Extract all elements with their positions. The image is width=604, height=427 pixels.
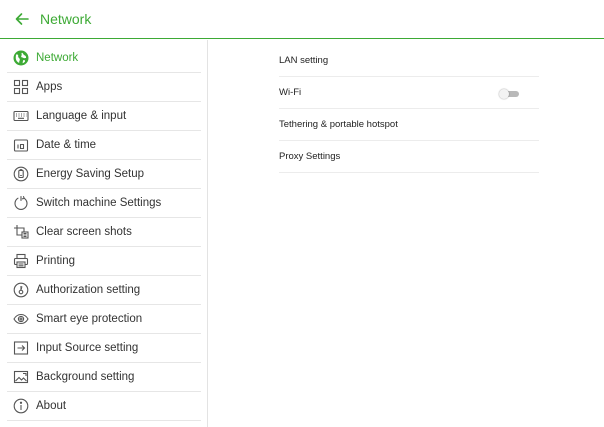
sidebar-item-date-time[interactable]: Date & time	[7, 131, 201, 160]
sidebar-item-printing[interactable]: Printing	[7, 247, 201, 276]
row-label: Proxy Settings	[279, 151, 341, 162]
wifi-row[interactable]: Wi-Fi	[279, 77, 539, 109]
sidebar-item-label: Network	[36, 52, 79, 64]
sidebar-item-label: Background setting	[36, 371, 135, 383]
row-label: Tethering & portable hotspot	[279, 119, 398, 130]
page-title: Network	[40, 11, 92, 27]
info-icon	[13, 398, 29, 414]
lan-setting-row[interactable]: LAN setting	[279, 45, 539, 77]
sidebar-item-background[interactable]: Background setting	[7, 363, 201, 392]
sidebar-item-label: Switch machine Settings	[36, 197, 162, 209]
sidebar-item-input-source[interactable]: Input Source setting	[7, 334, 201, 363]
sidebar-item-network[interactable]: Network	[7, 44, 201, 73]
sidebar-item-label: Printing	[36, 255, 75, 267]
sidebar-item-authorization[interactable]: Authorization setting	[7, 276, 201, 305]
sidebar-item-label: Apps	[36, 81, 63, 93]
sidebar-item-language-input[interactable]: Language & input	[7, 102, 201, 131]
input-source-icon	[13, 340, 29, 356]
tethering-hotspot-row[interactable]: Tethering & portable hotspot	[279, 109, 539, 141]
sidebar-item-label: Input Source setting	[36, 342, 139, 354]
sidebar-item-label: Clear screen shots	[36, 226, 132, 238]
back-arrow-icon[interactable]	[13, 10, 31, 28]
energy-saving-icon	[13, 166, 29, 182]
sidebar-item-clear-screenshots[interactable]: Clear screen shots	[7, 218, 201, 247]
sidebar-item-about[interactable]: About	[7, 392, 201, 421]
sidebar-item-label: Date & time	[36, 139, 97, 151]
sidebar-item-apps[interactable]: Apps	[7, 73, 201, 102]
image-icon	[13, 369, 29, 385]
power-cycle-icon	[13, 195, 29, 211]
calendar-icon	[13, 137, 29, 153]
wifi-toggle[interactable]	[499, 89, 521, 99]
sidebar-item-label: Energy Saving Setup	[36, 168, 145, 180]
sidebar: Network Apps Language & input Date & tim…	[0, 40, 208, 427]
authorization-icon	[13, 282, 29, 298]
printer-icon	[13, 253, 29, 269]
row-label: Wi-Fi	[279, 87, 302, 98]
sidebar-item-label: About	[36, 400, 67, 412]
sidebar-item-switch-machine[interactable]: Switch machine Settings	[7, 189, 201, 218]
eye-icon	[13, 311, 29, 327]
title-bar: Network	[0, 0, 604, 39]
globe-icon	[13, 50, 29, 66]
apps-grid-icon	[13, 79, 29, 95]
toggle-knob	[499, 89, 509, 99]
clear-screenshot-icon	[13, 224, 29, 240]
keyboard-icon	[13, 108, 29, 124]
sidebar-item-smart-eye[interactable]: Smart eye protection	[7, 305, 201, 334]
sidebar-item-energy-saving[interactable]: Energy Saving Setup	[7, 160, 201, 189]
sidebar-item-label: Smart eye protection	[36, 313, 143, 325]
sidebar-item-label: Authorization setting	[36, 284, 141, 296]
sidebar-item-label: Language & input	[36, 110, 127, 122]
proxy-settings-row[interactable]: Proxy Settings	[279, 141, 539, 173]
row-label: LAN setting	[279, 55, 329, 66]
